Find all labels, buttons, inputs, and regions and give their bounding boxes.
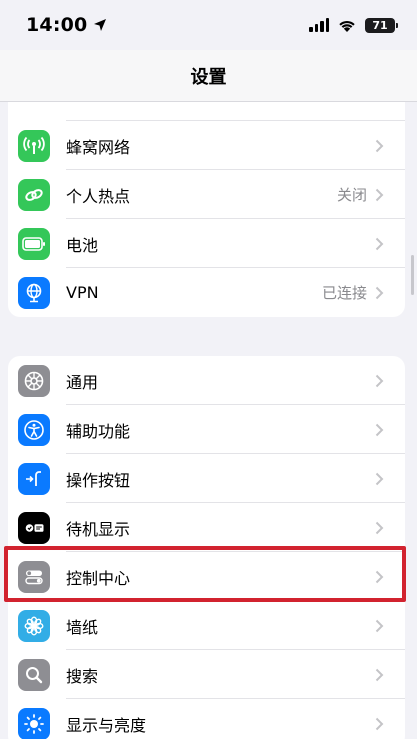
settings-row-vpn[interactable]: VPN 已连接 <box>8 268 405 317</box>
flower-icon <box>18 609 50 642</box>
settings-row-label: 电池 <box>66 235 99 255</box>
settings-row-accessibility[interactable]: 辅助功能 <box>8 405 405 454</box>
antenna-icon <box>18 129 50 162</box>
page-title: 设置 <box>190 66 227 88</box>
toggles-icon <box>18 560 50 593</box>
cellular-signal-icon <box>309 18 329 32</box>
settings-row-label: 墙纸 <box>66 617 99 637</box>
time-text: 14:00 <box>26 14 88 36</box>
settings-row-label: VPN <box>66 283 99 302</box>
chevron-right-icon <box>375 521 385 535</box>
settings-row-value: 关闭 <box>336 186 367 204</box>
settings-row-label: 控制中心 <box>66 568 131 588</box>
battery-indicator: 71 <box>365 17 398 33</box>
settings-row-wallpaper[interactable]: 墙纸 <box>8 601 405 650</box>
battery-level: 71 <box>372 18 388 32</box>
chevron-right-icon <box>375 374 385 388</box>
settings-row-battery[interactable]: 电池 <box>8 219 405 268</box>
chevron-right-icon <box>375 423 385 437</box>
sun-icon <box>18 707 50 739</box>
settings-row-display[interactable]: 显示与亮度 <box>8 699 405 739</box>
link-icon <box>18 178 50 211</box>
chevron-right-icon <box>375 570 385 584</box>
chevron-right-icon <box>375 472 385 486</box>
settings-row-label: 蜂窝网络 <box>66 137 131 157</box>
chevron-right-icon <box>375 619 385 633</box>
status-bar: 14:00 71 <box>0 0 417 50</box>
settings-row-control-center[interactable]: 控制中心 <box>8 552 405 601</box>
gear-icon <box>18 364 50 397</box>
wifi-icon <box>339 20 355 32</box>
settings-row-label: 个人热点 <box>66 186 131 206</box>
status-icons: 71 <box>309 17 398 33</box>
accessibility-icon <box>18 413 50 446</box>
chevron-right-icon <box>375 188 385 202</box>
settings-row-hotspot[interactable]: 个人热点 关闭 <box>8 170 405 219</box>
search-icon <box>18 658 50 691</box>
settings-row-cellular[interactable]: 蜂窝网络 <box>8 121 405 170</box>
globe-icon <box>18 276 50 309</box>
settings-row-standby[interactable]: 待机显示 <box>8 503 405 552</box>
settings-row-search[interactable]: 搜索 <box>8 650 405 699</box>
settings-group-general: 通用 辅助功能 操作按钮 待机显示 控制中心 墙纸 搜索 显示与亮度 <box>8 356 405 739</box>
navigation-bar: 设置 <box>0 50 417 102</box>
location-arrow-icon <box>94 19 107 31</box>
settings-row-label: 操作按钮 <box>66 470 131 490</box>
settings-row-label: 辅助功能 <box>66 421 131 441</box>
scroll-indicator[interactable] <box>411 255 414 295</box>
settings-row-label: 搜索 <box>66 666 99 686</box>
settings-row-label: 待机显示 <box>66 519 131 539</box>
status-time: 14:00 <box>26 14 107 36</box>
chevron-right-icon <box>375 237 385 251</box>
settings-row-label: 显示与亮度 <box>66 715 147 735</box>
settings-group-connectivity: 蜂窝网络 个人热点 关闭 电池 VPN 已连接 <box>8 72 405 317</box>
settings-row-general[interactable]: 通用 <box>8 356 405 405</box>
settings-row-action-button[interactable]: 操作按钮 <box>8 454 405 503</box>
chevron-right-icon <box>375 286 385 300</box>
chevron-right-icon <box>375 668 385 682</box>
action-button-icon <box>18 462 50 495</box>
chevron-right-icon <box>375 139 385 153</box>
battery-icon <box>18 227 50 260</box>
standby-icon <box>18 511 50 544</box>
settings-row-value: 已连接 <box>321 284 367 302</box>
chevron-right-icon <box>375 717 385 731</box>
settings-row-label: 通用 <box>66 372 99 392</box>
